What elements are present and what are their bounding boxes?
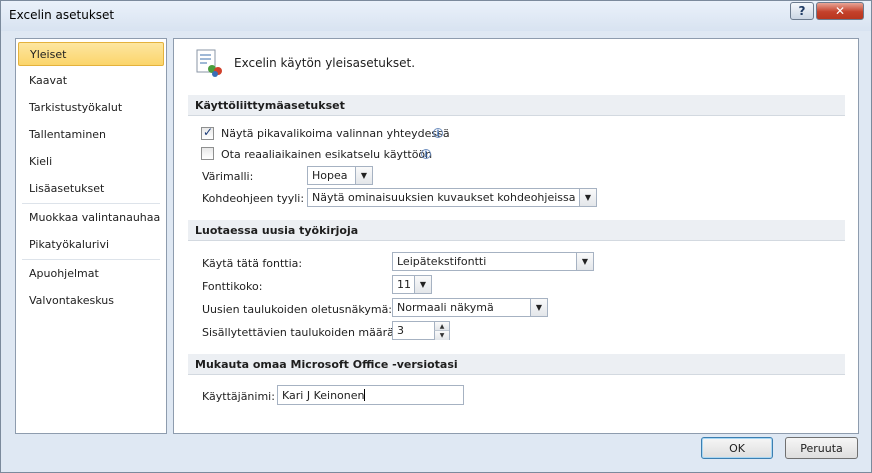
screentip-style-value: Näytä ominaisuuksien kuvaukset kohdeohje… <box>312 191 576 204</box>
spin-down-icon[interactable]: ▼ <box>434 331 449 340</box>
options-content: Excelin käytön yleisasetukset. Käyttölii… <box>173 38 859 434</box>
info-icon: i <box>421 149 431 159</box>
title-bar: Excelin asetukset ? ✕ <box>1 1 871 31</box>
text-caret <box>364 389 366 401</box>
chevron-down-icon[interactable]: ▼ <box>576 253 593 270</box>
font-select[interactable]: Leipätekstifontti ▼ <box>392 252 594 271</box>
chevron-down-icon[interactable]: ▼ <box>579 189 596 206</box>
nav-item-tallentaminen[interactable]: Tallentaminen <box>18 123 164 147</box>
nav-item-apuohjelmat[interactable]: Apuohjelmat <box>18 262 164 286</box>
color-scheme-label: Värimalli: <box>202 170 254 183</box>
sheet-count-spinner[interactable]: 3 ▲ ▼ <box>392 321 450 340</box>
nav-item-lisaasetukset[interactable]: Lisäasetukset <box>18 177 164 201</box>
default-view-value: Normaali näkymä <box>397 301 494 314</box>
section-header-ui: Käyttöliittymäasetukset <box>188 95 845 116</box>
nav-item-muokkaa-valintanauhaa[interactable]: Muokkaa valintanauhaa <box>18 206 164 230</box>
color-scheme-select[interactable]: Hopea ▼ <box>307 166 373 185</box>
font-label: Käytä tätä fonttia: <box>202 257 303 270</box>
nav-item-yleiset[interactable]: Yleiset <box>18 42 164 66</box>
close-button[interactable]: ✕ <box>816 2 864 20</box>
category-list: Yleiset Kaavat Tarkistustyökalut Tallent… <box>15 38 167 434</box>
check-icon: ✓ <box>203 125 214 139</box>
mini-toolbar-label: Näytä pikavalikoima valinnan yhteydessä <box>221 127 450 140</box>
help-button[interactable]: ? <box>790 2 814 20</box>
chevron-down-icon[interactable]: ▼ <box>355 167 372 184</box>
font-value: Leipätekstifontti <box>397 255 487 268</box>
cancel-button[interactable]: Peruuta <box>785 437 858 459</box>
mini-toolbar-checkbox[interactable]: ✓ <box>201 125 214 140</box>
nav-divider <box>22 259 160 260</box>
nav-item-kieli[interactable]: Kieli <box>18 150 164 174</box>
chevron-down-icon[interactable]: ▼ <box>414 276 431 293</box>
nav-item-tarkistustyokalut[interactable]: Tarkistustyökalut <box>18 96 164 120</box>
info-icon: i <box>433 128 443 138</box>
username-input[interactable]: Kari J Keinonen <box>277 385 464 405</box>
page-heading: Excelin käytön yleisasetukset. <box>234 56 416 70</box>
font-size-select[interactable]: 11 ▼ <box>392 275 432 294</box>
nav-item-kaavat[interactable]: Kaavat <box>18 69 164 93</box>
nav-divider <box>22 203 160 204</box>
general-options-icon <box>196 49 222 77</box>
sheet-count-value: 3 <box>397 324 404 337</box>
screentip-style-label: Kohdeohjeen tyyli: <box>202 192 305 205</box>
default-view-select[interactable]: Normaali näkymä ▼ <box>392 298 548 317</box>
font-size-label: Fonttikoko: <box>202 280 263 293</box>
screentip-style-select[interactable]: Näytä ominaisuuksien kuvaukset kohdeohje… <box>307 188 597 207</box>
live-preview-label: Ota reaaliaikainen esikatselu käyttöön <box>221 148 433 161</box>
section-header-new-workbooks: Luotaessa uusia työkirjoja <box>188 220 845 241</box>
close-icon: ✕ <box>834 4 846 18</box>
help-icon: ? <box>798 4 806 18</box>
live-preview-checkbox[interactable] <box>201 147 214 160</box>
options-dialog: Excelin asetukset ? ✕ Yleiset Kaavat Tar… <box>0 0 872 473</box>
username-label: Käyttäjänimi: <box>202 390 275 403</box>
section-header-personalize: Mukauta omaa Microsoft Office -versiotas… <box>188 354 845 375</box>
sheet-count-label: Sisällytettävien taulukoiden määrä: <box>202 326 398 339</box>
default-view-label: Uusien taulukoiden oletusnäkymä: <box>202 303 393 316</box>
spin-up-icon[interactable]: ▲ <box>434 322 449 331</box>
username-value: Kari J Keinonen <box>282 389 365 402</box>
color-scheme-value: Hopea <box>312 169 348 182</box>
font-size-value: 11 <box>397 278 411 291</box>
nav-item-pikatyokalurivi[interactable]: Pikatyökalurivi <box>18 233 164 257</box>
ok-button[interactable]: OK <box>701 437 773 459</box>
dialog-title: Excelin asetukset <box>9 8 115 22</box>
nav-item-valvontakeskus[interactable]: Valvontakeskus <box>18 289 164 313</box>
chevron-down-icon[interactable]: ▼ <box>530 299 547 316</box>
